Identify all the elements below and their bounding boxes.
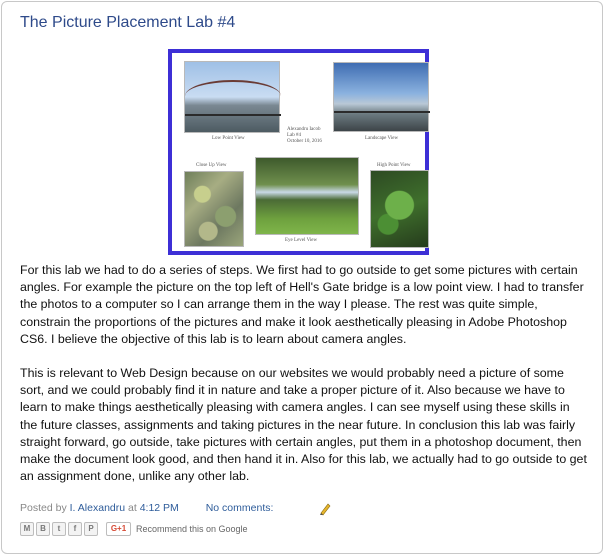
- paragraph-1: For this lab we had to do a series of st…: [20, 263, 584, 346]
- recommend-text: Recommend this on Google: [136, 524, 248, 534]
- high-point-photo: [370, 170, 429, 248]
- blogger-icon[interactable]: B: [36, 522, 50, 536]
- caption-high-point: High Point View: [377, 163, 411, 168]
- railing: [185, 114, 281, 116]
- email-icon[interactable]: M: [20, 522, 34, 536]
- caption-author: Alexandru Iacob Lab #4 October 10, 2016: [287, 127, 322, 144]
- pinterest-icon[interactable]: P: [84, 522, 98, 536]
- caption-close-up: Close Up View: [196, 163, 227, 168]
- post-title[interactable]: The Picture Placement Lab #4: [20, 14, 235, 32]
- low-point-photo: [184, 61, 281, 133]
- twitter-icon[interactable]: t: [52, 522, 66, 536]
- paragraph-2: This is relevant to Web Design because o…: [20, 366, 587, 484]
- author-link[interactable]: I. Alexandru: [70, 502, 125, 514]
- lab-collage-image[interactable]: Low Point View Alexandru Iacob Lab #4 Oc…: [168, 49, 430, 255]
- gplus-button[interactable]: G+1: [106, 522, 131, 536]
- caption-landscape: Landscape View: [365, 136, 399, 141]
- landscape-photo: [333, 62, 430, 132]
- bridge-arch: [185, 80, 281, 96]
- posted-by-label: Posted by: [20, 502, 67, 514]
- comments-link[interactable]: No comments:: [206, 502, 274, 514]
- railing: [334, 111, 430, 113]
- post-footer: Posted by I. Alexandru at 4:12 PM No com…: [20, 502, 331, 516]
- facebook-icon[interactable]: f: [68, 522, 82, 536]
- caption-eye-level: Eye Level View: [285, 238, 318, 243]
- post-body: For this lab we had to do a series of st…: [20, 262, 590, 502]
- pencil-icon[interactable]: [318, 502, 332, 516]
- timestamp-link[interactable]: 4:12 PM: [140, 502, 179, 514]
- at-label: at: [128, 502, 137, 514]
- blog-post: The Picture Placement Lab #4 Low Point V…: [1, 1, 603, 554]
- close-up-photo: [184, 171, 244, 247]
- caption-low-point: Low Point View: [212, 136, 245, 141]
- eye-level-photo: [255, 157, 359, 235]
